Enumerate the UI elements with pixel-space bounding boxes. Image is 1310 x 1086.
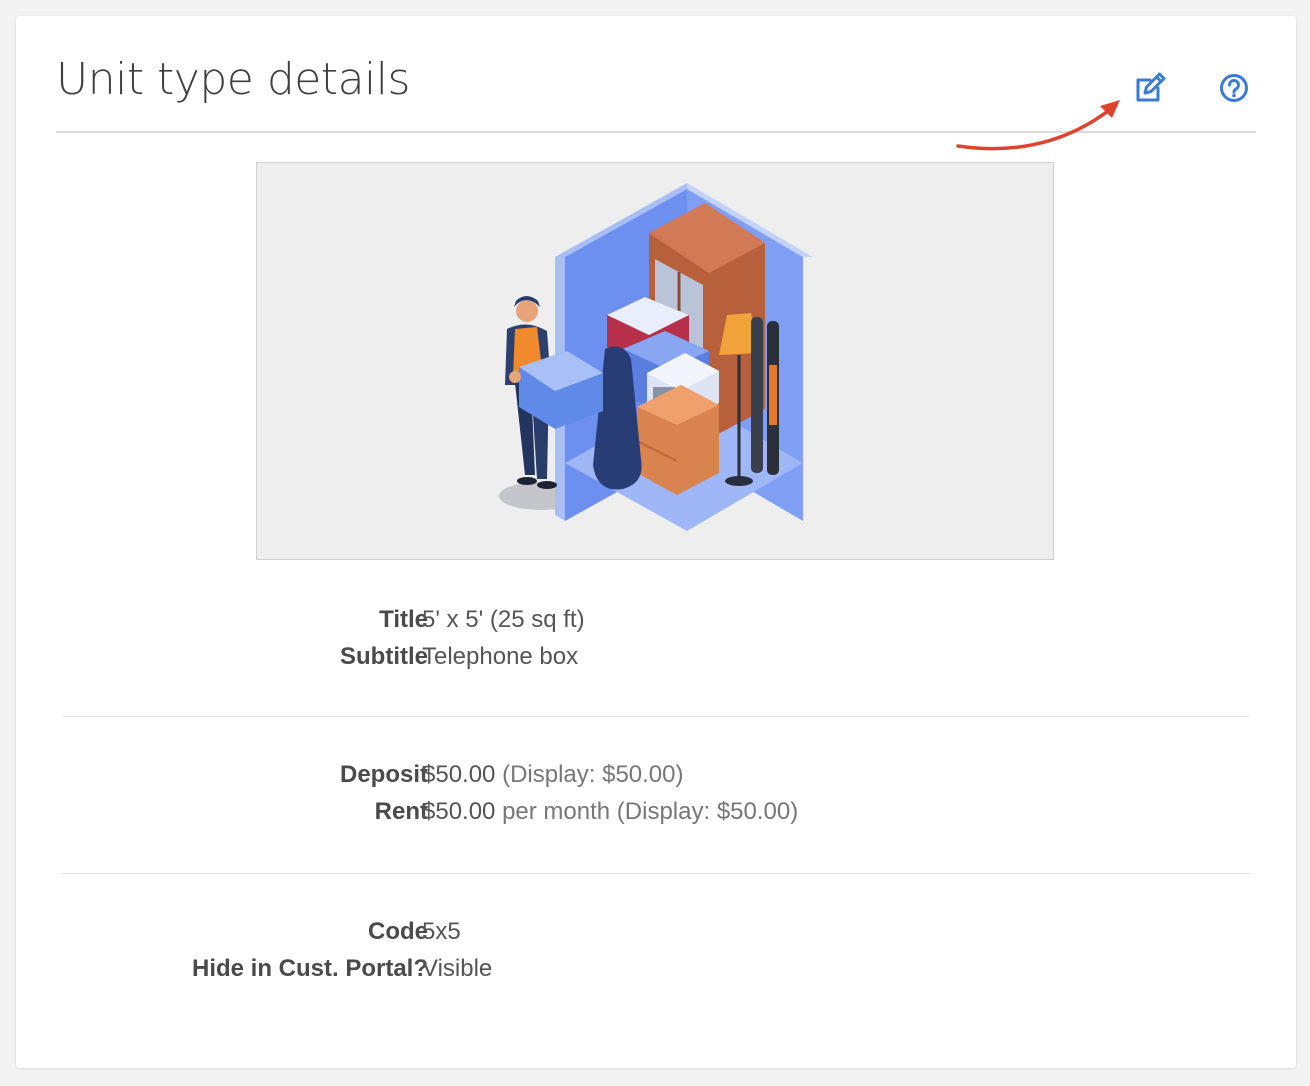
deposit-amount: $50.00 [422,761,496,788]
detail-label: Rent [374,798,428,825]
detail-value: $50.00 per month (Display: $50.00) [422,798,798,826]
detail-label: Subtitle [340,643,428,670]
pricing-section: Deposit $50.00 (Display: $50.00) Rent $5… [62,717,1250,874]
unit-type-details-card: Unit type details Title 5' x 5' (25 sq f… [16,16,1296,1068]
detail-row-rent: Rent $50.00 per month (Display: $50.00) [62,798,1250,835]
detail-row-subtitle: Subtitle Telephone box [62,643,1250,680]
help-circle-icon [1220,74,1248,102]
card-header: Unit type details [56,16,1256,133]
edit-button[interactable] [1130,68,1170,108]
detail-value: 5' x 5' (25 sq ft) [422,606,585,633]
help-button[interactable] [1214,68,1254,108]
rent-amount: $50.00 [422,798,496,825]
detail-row-deposit: Deposit $50.00 (Display: $50.00) [62,761,1250,798]
identity-section: Title 5' x 5' (25 sq ft) Subtitle Teleph… [62,576,1250,717]
detail-value: Telephone box [422,643,579,670]
deposit-display: (Display: $50.00) [502,761,684,788]
detail-label: Hide in Cust. Portal? [191,955,428,982]
detail-row-portal-visibility: Hide in Cust. Portal? Visible [62,955,1250,992]
unit-type-image [256,162,1054,560]
detail-label: Title [379,606,428,633]
detail-label: Code [368,918,428,945]
storage-unit-illustration [499,183,813,531]
detail-row-title: Title 5' x 5' (25 sq ft) [62,606,1250,643]
page-title: Unit type details [56,54,410,105]
edit-icon [1136,72,1166,102]
detail-value: 5x5 [422,918,461,945]
settings-section: Code 5x5 Hide in Cust. Portal? Visible [62,874,1250,1014]
rent-display: per month (Display: $50.00) [502,798,799,825]
detail-value: $50.00 (Display: $50.00) [422,761,684,789]
detail-row-code: Code 5x5 [62,918,1250,955]
detail-value: Visible [422,955,493,982]
detail-label: Deposit [339,761,428,788]
